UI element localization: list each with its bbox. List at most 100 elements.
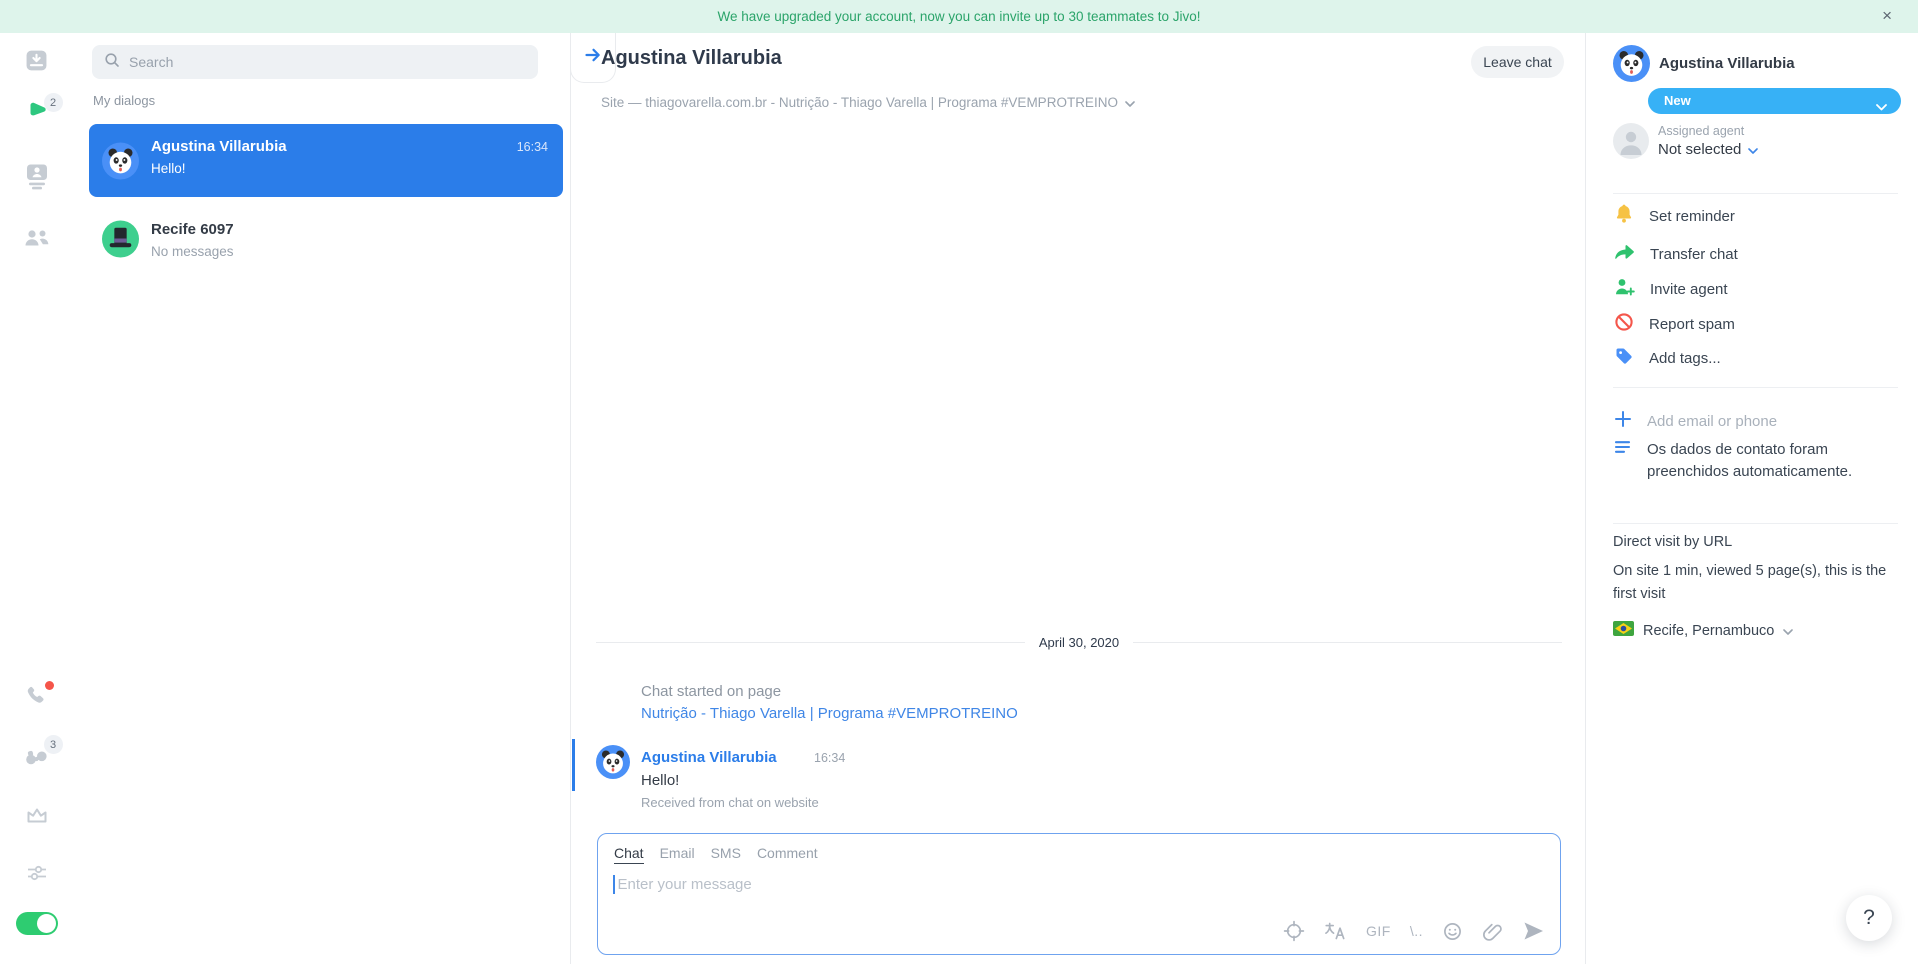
chevron-down-icon [1876,98,1887,116]
panda-avatar [1613,45,1650,82]
team-nav-button[interactable] [23,226,51,254]
emoji-icon[interactable] [1442,921,1463,942]
divider-line [1133,642,1563,643]
person-add-icon [1614,277,1635,302]
tag-icon [1614,346,1634,371]
send-icon[interactable] [1522,920,1544,942]
chevron-down-icon [1125,95,1135,110]
status-dropdown[interactable]: New [1648,88,1901,114]
search-box[interactable] [92,45,538,79]
action-label: Invite agent [1650,280,1728,298]
attachment-icon[interactable] [1482,921,1503,942]
tab-comment[interactable]: Comment [757,845,818,864]
date-label: April 30, 2020 [1038,635,1120,650]
message-meta: Received from chat on website [641,795,819,810]
crown-icon [25,805,49,830]
note-text: Os dados de contato foram preenchidos au… [1647,441,1853,480]
contact-autofill-note: Os dados de contato foram preenchidos au… [1614,439,1902,483]
action-label: Add tags... [1649,349,1721,367]
text-caret [613,875,615,894]
composer-toolbar: GIF \.. [1283,920,1544,942]
arrow-right-icon [583,45,603,70]
gif-button[interactable]: GIF [1366,923,1391,939]
action-label: Report spam [1649,315,1735,333]
chat-started-page-link[interactable]: Nutrição - Thiago Varella | Programa #VE… [641,705,1018,722]
action-label: Transfer chat [1650,245,1738,263]
invite-agent-action[interactable]: Invite agent [1614,278,1728,300]
set-reminder-action[interactable]: Set reminder [1614,203,1735,229]
chevron-down-icon [1748,141,1759,158]
panda-avatar [102,142,139,179]
translate-icon[interactable] [1324,921,1347,941]
action-label: Add email or phone [1647,412,1778,430]
quick-phrases-button[interactable]: \.. [1410,923,1423,939]
pro-nav-button[interactable] [23,803,51,831]
settings-nav-button[interactable] [23,861,51,889]
divider-line [596,642,1025,643]
assigned-agent-value: Not selected [1658,141,1742,158]
visit-source-title: Direct visit by URL [1613,534,1733,550]
panda-avatar [596,745,630,779]
leave-chat-button[interactable]: Leave chat [1471,46,1564,78]
chat-source-text: Site — thiagovarella.com.br - Nutrição -… [601,95,1118,110]
chat-source-selector[interactable]: Site — thiagovarella.com.br - Nutrição -… [601,95,1135,110]
add-tags-action[interactable]: Add tags... [1614,347,1721,369]
bell-icon [1614,203,1634,229]
inbox-icon [25,49,48,77]
chevron-down-icon [1783,623,1794,639]
message-accent-bar [572,739,575,791]
telephony-nav-button[interactable] [23,681,54,711]
help-button[interactable]: ? [1846,895,1892,941]
team-icon [24,228,50,253]
brazil-flag-icon [1613,621,1634,640]
contacts-nav-button[interactable] [23,164,51,193]
tab-email[interactable]: Email [660,845,695,864]
plus-icon [1614,410,1632,433]
dialog-name: Recife 6097 [151,221,234,238]
chats-nav-button[interactable]: 2 [23,93,63,129]
close-icon[interactable]: × [1882,0,1892,31]
dialog-preview: No messages [151,244,234,259]
dialog-item-selected[interactable]: Agustina Villarubia 16:34 Hello! [89,124,563,197]
composer-tabs: Chat Email SMS Comment [614,845,818,864]
assigned-agent-selector[interactable]: Not selected [1658,141,1759,158]
add-email-or-phone-action[interactable]: Add email or phone [1614,410,1777,432]
visitor-location[interactable]: Recife, Pernambuco [1613,621,1794,640]
dialog-item[interactable]: Recife 6097 No messages [89,207,563,271]
pointer-crosshair-icon[interactable] [1283,920,1305,942]
tab-sms[interactable]: SMS [711,845,741,864]
online-status-toggle[interactable] [15,912,58,935]
forward-arrow-icon [1614,243,1635,266]
search-icon [104,52,120,73]
text-lines-icon [1614,439,1632,483]
message-input-placeholder: Enter your message [617,876,752,893]
nav-rail: 2 3 [0,33,73,964]
report-spam-action[interactable]: Report spam [1614,312,1735,335]
search-input[interactable] [129,54,509,70]
tab-chat[interactable]: Chat [614,845,644,864]
visitor-name: Agustina Villarubia [1659,55,1795,72]
message-input[interactable]: Enter your message [613,875,752,894]
question-mark-label: ? [1863,906,1875,929]
spy-nav-button[interactable]: 3 [23,735,63,771]
assigned-agent-label: Assigned agent [1658,124,1745,138]
banner-text: We have upgraded your account, now you c… [717,9,1201,24]
inbox-nav-button[interactable] [23,49,51,77]
message-author[interactable]: Agustina Villarubia [641,749,777,766]
dialog-preview: Hello! [151,161,186,176]
spy-badge: 3 [43,735,63,754]
agent-placeholder-avatar [1613,123,1649,159]
divider [1613,523,1898,524]
visit-info-text: On site 1 min, viewed 5 page(s), this is… [1613,563,1887,602]
sliders-icon [25,863,49,888]
action-label: Set reminder [1649,207,1735,225]
status-value: New [1664,93,1691,108]
message-text: Hello! [641,772,680,789]
dialogs-panel: My dialogs Agustina Villarubia 16:34 Hel… [73,33,570,964]
transfer-chat-action[interactable]: Transfer chat [1614,243,1738,265]
chats-badge: 2 [43,93,63,112]
tophat-avatar [102,220,139,258]
message-composer[interactable]: Chat Email SMS Comment Enter your messag… [597,833,1561,955]
phone-alert-dot [44,681,54,690]
chat-pane: Agustina Villarubia Leave chat Site — th… [570,33,1585,964]
